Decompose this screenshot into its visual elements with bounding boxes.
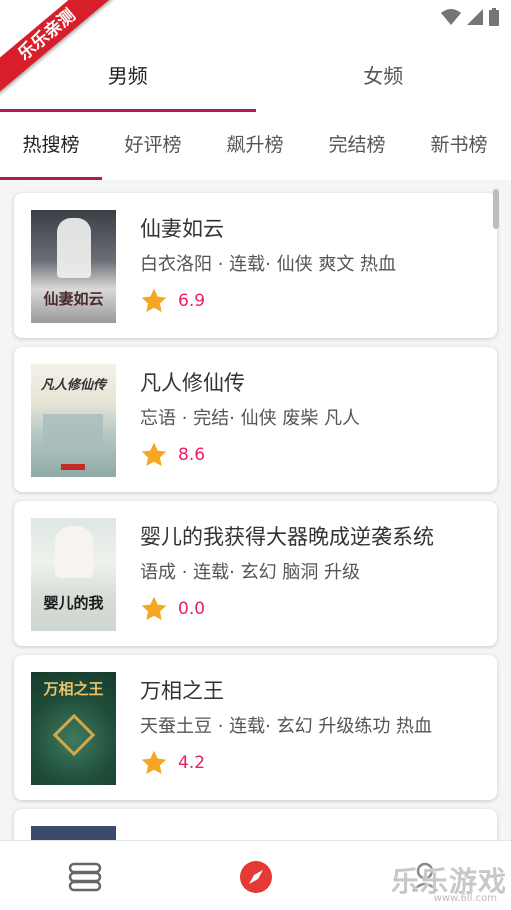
book-cover: 仙妻如云 xyxy=(31,210,116,323)
nav-bookshelf[interactable] xyxy=(65,857,105,897)
book-list: 仙妻如云 仙妻如云 白衣洛阳 · 连载· 仙侠 爽文 热血 6.9 凡人修仙传 … xyxy=(0,180,511,840)
tab-new-books[interactable]: 新书榜 xyxy=(408,112,510,180)
book-meta: 白衣洛阳 · 连载· 仙侠 爽文 热血 xyxy=(140,254,397,275)
compass-icon xyxy=(240,861,272,893)
cover-title-art: 凡人修仙传 xyxy=(40,378,106,393)
star-icon xyxy=(141,288,167,312)
rating-value: 8.6 xyxy=(178,445,206,465)
rating-value: 0.0 xyxy=(178,599,206,619)
book-card[interactable] xyxy=(14,809,497,840)
battery-icon xyxy=(489,8,499,26)
bookshelf-icon xyxy=(68,862,102,892)
rating: 8.6 xyxy=(140,441,205,469)
rating: 0.0 xyxy=(140,595,205,623)
book-cover: 婴儿的我 xyxy=(31,518,116,631)
star-icon xyxy=(141,596,167,620)
book-card[interactable]: 婴儿的我 婴儿的我获得大器晚成逆袭系统 语成 · 连载· 玄幻 脑洞 升级 0.… xyxy=(14,501,497,646)
book-cover: 万相之王 xyxy=(31,672,116,785)
book-meta: 天蚕土豆 · 连载· 玄幻 升级练功 热血 xyxy=(140,716,433,737)
book-title: 仙妻如云 xyxy=(140,217,224,241)
watermark-url: www.6ll.com xyxy=(433,893,497,904)
book-card[interactable]: 仙妻如云 仙妻如云 白衣洛阳 · 连载· 仙侠 爽文 热血 6.9 xyxy=(14,193,497,338)
rating: 6.9 xyxy=(140,287,205,315)
book-title: 万相之王 xyxy=(140,679,224,703)
tab-rising[interactable]: 飙升榜 xyxy=(204,112,306,180)
tab-good-review[interactable]: 好评榜 xyxy=(102,112,204,180)
rank-tabs: 热搜榜 好评榜 飙升榜 完结榜 新书榜 xyxy=(0,112,511,180)
rating-value: 6.9 xyxy=(178,291,206,311)
rating: 4.2 xyxy=(140,749,205,777)
cover-title-art: 婴儿的我 xyxy=(43,594,104,612)
nav-discover[interactable] xyxy=(236,857,276,897)
book-cover: 凡人修仙传 xyxy=(31,364,116,477)
book-cover xyxy=(31,826,116,840)
book-card[interactable]: 凡人修仙传 凡人修仙传 忘语 · 完结· 仙侠 废柴 凡人 8.6 xyxy=(14,347,497,492)
status-icons xyxy=(441,8,499,26)
gender-tabs: 男频 女频 xyxy=(0,36,511,112)
tab-female[interactable]: 女频 xyxy=(256,36,511,112)
star-icon xyxy=(141,750,167,774)
star-icon xyxy=(141,442,167,466)
book-meta: 忘语 · 完结· 仙侠 废柴 凡人 xyxy=(140,408,361,429)
tab-hot-search[interactable]: 热搜榜 xyxy=(0,112,102,180)
rating-value: 4.2 xyxy=(178,753,206,773)
book-meta: 语成 · 连载· 玄幻 脑洞 升级 xyxy=(140,562,361,583)
book-title: 婴儿的我获得大器晚成逆袭系统 xyxy=(140,525,434,549)
wifi-icon xyxy=(441,9,461,25)
tab-completed[interactable]: 完结榜 xyxy=(306,112,408,180)
cover-title-art: 仙妻如云 xyxy=(43,290,104,308)
book-card[interactable]: 万相之王 万相之王 天蚕土豆 · 连载· 玄幻 升级练功 热血 4.2 xyxy=(14,655,497,800)
book-title: 凡人修仙传 xyxy=(140,371,245,395)
cover-title-art: 万相之王 xyxy=(43,680,104,698)
scrollbar[interactable] xyxy=(493,189,499,229)
signal-icon xyxy=(467,9,483,25)
